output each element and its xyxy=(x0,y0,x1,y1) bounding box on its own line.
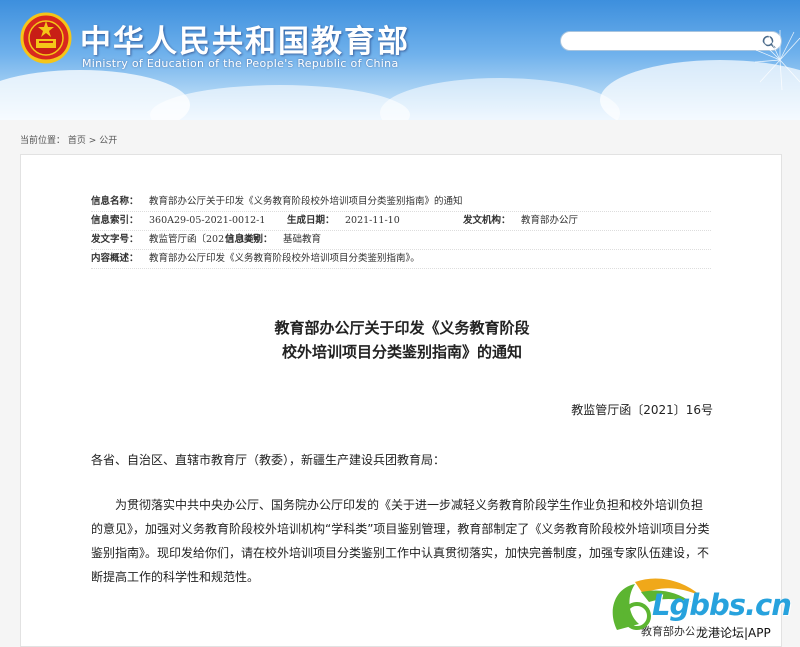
info-date-value: 2021-11-10 xyxy=(345,215,400,226)
info-category-label: 信息类别： xyxy=(225,234,273,245)
document-number: 教监管厅函〔2021〕16号 xyxy=(571,403,713,417)
breadcrumb-home-link[interactable]: 首页 xyxy=(68,136,86,146)
site-title[interactable]: 中华人民共和国教育部 xyxy=(80,16,410,61)
document-title-line1: 教育部办公厅关于印发《义务教育阶段 xyxy=(274,319,530,337)
info-table: 信息名称： 教育部办公厅关于印发《义务教育阶段校外培训项目分类鉴别指南》的通知 信… xyxy=(91,193,711,269)
national-emblem-icon xyxy=(20,12,72,64)
info-name-label: 信息名称： xyxy=(91,196,139,207)
info-index-label: 信息索引： xyxy=(91,215,139,226)
breadcrumb-separator: > xyxy=(88,136,100,146)
info-name-value: 教育部办公厅关于印发《义务教育阶段校外培训项目分类鉴别指南》的通知 xyxy=(149,196,463,207)
info-row-index: 信息索引： 360A29-05-2021-0012-1 生成日期： 2021-11-… xyxy=(91,212,711,231)
cloud-decoration xyxy=(380,78,620,120)
info-summary-label: 内容概述： xyxy=(91,253,139,264)
breadcrumb-current-link[interactable]: 公开 xyxy=(99,136,117,146)
info-row-name: 信息名称： 教育部办公厅关于印发《义务教育阶段校外培训项目分类鉴别指南》的通知 xyxy=(91,193,711,212)
site-subtitle: Ministry of Education of the People's Re… xyxy=(82,57,399,70)
breadcrumb: 当前位置： 首页 > 公开 xyxy=(20,133,117,146)
info-date-label: 生成日期： xyxy=(287,215,335,226)
info-row-docno: 发文字号： 教监管厅函〔2021〕16号 信息类别： 基础教育 xyxy=(91,231,711,250)
info-issuer-label: 发文机构： xyxy=(463,215,511,226)
site-header-banner: 中华人民共和国教育部 Ministry of Education of the … xyxy=(0,0,800,120)
info-row-summary: 内容概述： 教育部办公厅印发《义务教育阶段校外培训项目分类鉴别指南》。 xyxy=(91,250,711,269)
watermark-brand: Lgbbs.cn xyxy=(652,588,792,622)
info-issuer-value: 教育部办公厅 xyxy=(521,215,579,226)
info-summary-value: 教育部办公厅印发《义务教育阶段校外培训项目分类鉴别指南》。 xyxy=(149,253,420,264)
document-addressee: 各省、自治区、直辖市教育厅（教委），新疆生产建设兵团教育局： xyxy=(91,453,446,467)
watermark-caption: 龙港论坛|APP xyxy=(694,624,773,641)
breadcrumb-prefix: 当前位置： xyxy=(20,136,66,146)
info-docno-label: 发文字号： xyxy=(91,234,139,245)
document-title-line2: 校外培训项目分类鉴别指南》的通知 xyxy=(281,343,522,361)
info-category-value: 基础教育 xyxy=(283,234,322,245)
info-index-value: 360A29-05-2021-0012-1 xyxy=(149,215,266,226)
dandelion-decoration-icon xyxy=(754,30,800,91)
cloud-decoration xyxy=(150,85,410,120)
